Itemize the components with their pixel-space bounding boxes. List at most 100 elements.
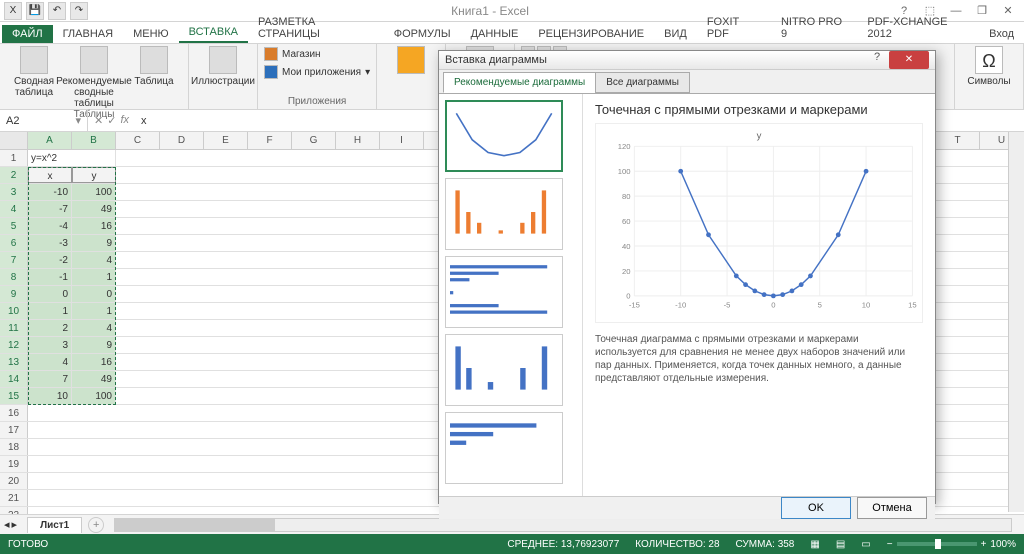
tab-home[interactable]: ГЛАВНАЯ (53, 25, 123, 43)
chart-thumb-bar2[interactable] (445, 412, 563, 484)
illustrations-button[interactable]: Иллюстрации (195, 46, 251, 87)
tab-layout[interactable]: РАЗМЕТКА СТРАНИЦЫ (248, 13, 384, 43)
close-button[interactable]: ✕ (996, 2, 1020, 20)
status-sum-label: СУММА: (736, 539, 775, 550)
tab-all-charts[interactable]: Все диаграммы (595, 72, 690, 93)
svg-text:-5: -5 (724, 300, 731, 309)
cancel-formula-icon[interactable]: ✕ (94, 114, 103, 127)
dialog-titlebar[interactable]: Вставка диаграммы ? ✕ (439, 51, 935, 70)
tab-foxit[interactable]: Foxit PDF (697, 13, 771, 43)
recommended-pivot-button[interactable]: Рекомендуемые сводные таблицы (66, 46, 122, 109)
illu-label: Иллюстрации (191, 76, 255, 87)
excel-icon[interactable]: X (4, 2, 22, 20)
bing-maps-button[interactable] (383, 46, 439, 74)
view-layout-icon[interactable]: ▤ (836, 539, 845, 550)
svg-text:0: 0 (771, 300, 775, 309)
chart-thumb-scatter[interactable] (445, 100, 563, 172)
chart-description: Точечная диаграмма с прямыми отрезками и… (595, 333, 923, 385)
svg-text:100: 100 (618, 167, 631, 176)
tab-recommended-charts[interactable]: Рекомендуемые диаграммы (443, 72, 596, 93)
select-all-button[interactable] (0, 132, 28, 149)
sheet-nav-prev[interactable]: ◂ (4, 518, 10, 531)
zoom-in-button[interactable]: + (981, 539, 987, 550)
svg-text:60: 60 (622, 217, 631, 226)
svg-text:0: 0 (626, 292, 630, 301)
tab-view[interactable]: ВИД (654, 25, 697, 43)
zoom-slider[interactable] (897, 542, 977, 546)
apps-group-label: Приложения (264, 96, 370, 107)
chart-thumb-clustered[interactable] (445, 334, 563, 406)
status-sum: 358 (778, 539, 795, 550)
store-button[interactable]: Магазин (264, 46, 370, 62)
tab-file[interactable]: ФАЙЛ (2, 25, 53, 43)
col-header[interactable]: F (248, 132, 292, 149)
status-avg: 13,76923077 (561, 539, 619, 550)
fx-icon[interactable]: fx (120, 114, 129, 127)
add-sheet-button[interactable]: + (88, 517, 104, 533)
dialog-help-icon[interactable]: ? (867, 51, 887, 69)
col-header[interactable]: H (336, 132, 380, 149)
sign-in-link[interactable]: Вход (979, 25, 1024, 43)
svg-text:80: 80 (622, 192, 631, 201)
chart-thumb-bar[interactable] (445, 256, 563, 328)
name-box-value: A2 (6, 115, 19, 127)
col-header[interactable]: C (116, 132, 160, 149)
dialog-title: Вставка диаграммы (445, 54, 547, 66)
status-ready: ГОТОВО (8, 539, 48, 550)
sheet-nav-next[interactable]: ▸ (12, 518, 18, 531)
chart-thumb-column[interactable] (445, 178, 563, 250)
svg-text:-15: -15 (629, 300, 640, 309)
insert-chart-dialog: Вставка диаграммы ? ✕ Рекомендуемые диаг… (438, 50, 936, 504)
vertical-scrollbar[interactable] (1008, 132, 1024, 512)
tab-formulas[interactable]: ФОРМУЛЫ (384, 25, 461, 43)
pivot-label: Сводная таблица (6, 76, 62, 98)
svg-text:20: 20 (622, 267, 631, 276)
svg-text:-10: -10 (675, 300, 686, 309)
ribbon-tabs: ФАЙЛ ГЛАВНАЯ Меню ВСТАВКА РАЗМЕТКА СТРАН… (0, 22, 1024, 44)
enter-formula-icon[interactable]: ✓ (107, 114, 116, 127)
status-avg-label: СРЕДНЕЕ: (507, 539, 558, 550)
sheet-tab[interactable]: Лист1 (27, 517, 82, 533)
chart-thumbnails-list[interactable] (439, 94, 583, 496)
redo-button[interactable]: ↷ (70, 2, 88, 20)
tab-insert[interactable]: ВСТАВКА (179, 23, 248, 43)
name-box[interactable]: A2▾ (0, 110, 88, 131)
symbols-label: Символы (967, 76, 1010, 87)
table-button[interactable]: Таблица (126, 46, 182, 87)
quick-access-toolbar: X 💾 ↶ ↷ (4, 2, 88, 20)
symbols-button[interactable]: ΩСимволы (961, 46, 1017, 87)
col-header[interactable]: D (160, 132, 204, 149)
svg-text:15: 15 (908, 300, 917, 309)
col-header[interactable]: E (204, 132, 248, 149)
rec-pivot-label: Рекомендуемые сводные таблицы (56, 76, 132, 109)
tab-menu[interactable]: Меню (123, 25, 179, 43)
myapps-label: Мои приложения (282, 67, 361, 78)
save-button[interactable]: 💾 (26, 2, 44, 20)
pivot-table-button[interactable]: Сводная таблица (6, 46, 62, 98)
ok-button[interactable]: OK (781, 497, 851, 519)
chart-preview: y020406080100120-15-10-5051015 (595, 123, 923, 323)
tab-nitro[interactable]: NITRO PRO 9 (771, 13, 857, 43)
view-normal-icon[interactable]: ▦ (810, 539, 819, 550)
undo-button[interactable]: ↶ (48, 2, 66, 20)
svg-text:5: 5 (818, 300, 822, 309)
store-label: Магазин (282, 49, 321, 60)
zoom-level[interactable]: 100% (990, 539, 1016, 550)
col-header[interactable]: G (292, 132, 336, 149)
horizontal-scrollbar[interactable] (114, 518, 1012, 532)
tab-data[interactable]: ДАННЫЕ (461, 25, 529, 43)
svg-text:y: y (757, 131, 762, 142)
view-break-icon[interactable]: ▭ (861, 539, 870, 550)
status-bar: ГОТОВО СРЕДНЕЕ: 13,76923077 КОЛИЧЕСТВО: … (0, 534, 1024, 554)
col-header[interactable]: B (72, 132, 116, 149)
cancel-button[interactable]: Отмена (857, 497, 927, 519)
tab-pdfx[interactable]: PDF-XChange 2012 (857, 13, 979, 43)
col-header[interactable]: A (28, 132, 72, 149)
tab-review[interactable]: РЕЦЕНЗИРОВАНИЕ (528, 25, 654, 43)
zoom-out-button[interactable]: − (887, 539, 893, 550)
table-label: Таблица (134, 76, 173, 87)
dialog-close-button[interactable]: ✕ (889, 51, 929, 69)
my-apps-button[interactable]: Мои приложения ▾ (264, 64, 370, 80)
col-header[interactable]: I (380, 132, 424, 149)
col-header[interactable]: T (936, 132, 980, 149)
